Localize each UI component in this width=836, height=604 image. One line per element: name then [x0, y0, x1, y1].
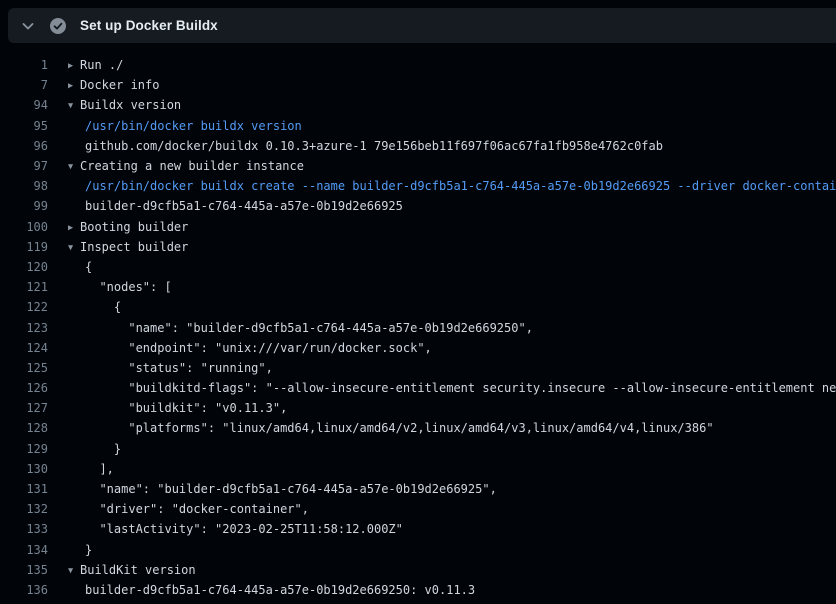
line-number[interactable]: 119 [0, 240, 48, 254]
log-text: { [48, 300, 836, 314]
log-line: 130 ], [0, 459, 836, 479]
log-line: 128 "platforms": "linux/amd64,linux/amd6… [0, 418, 836, 438]
log-line: 129 } [0, 439, 836, 459]
check-circle-icon [50, 18, 66, 34]
log-text: "lastActivity": "2023-02-25T11:58:12.000… [48, 522, 836, 536]
line-number[interactable]: 123 [0, 321, 48, 335]
line-number[interactable]: 94 [0, 98, 48, 112]
log-text: "platforms": "linux/amd64,linux/amd64/v2… [48, 421, 836, 435]
line-number[interactable]: 135 [0, 563, 48, 577]
line-number[interactable]: 96 [0, 139, 48, 153]
log-line: 121 "nodes": [ [0, 277, 836, 297]
line-number[interactable]: 134 [0, 543, 48, 557]
line-number[interactable]: 95 [0, 119, 48, 133]
line-number[interactable]: 132 [0, 502, 48, 516]
line-number[interactable]: 97 [0, 159, 48, 173]
log-output: 1▶Run ./7▶Docker info94▼Buildx version95… [0, 55, 836, 600]
log-text: "buildkit": "v0.11.3", [48, 401, 836, 415]
log-text: "nodes": [ [48, 280, 836, 294]
log-line: 1▶Run ./ [0, 55, 836, 75]
log-line: 127 "buildkit": "v0.11.3", [0, 398, 836, 418]
line-number[interactable]: 125 [0, 361, 48, 375]
log-line: 96github.com/docker/buildx 0.10.3+azure-… [0, 136, 836, 156]
log-text: /usr/bin/docker buildx create --name bui… [48, 179, 836, 193]
log-text: "status": "running", [48, 361, 836, 375]
log-line: 98/usr/bin/docker buildx create --name b… [0, 176, 836, 196]
log-line: 132 "driver": "docker-container", [0, 499, 836, 519]
log-group-toggle[interactable]: ▶Booting builder [48, 220, 836, 234]
log-line: 136builder-d9cfb5a1-c764-445a-a57e-0b19d… [0, 580, 836, 600]
log-text: "endpoint": "unix:///var/run/docker.sock… [48, 341, 836, 355]
log-line: 97▼Creating a new builder instance [0, 156, 836, 176]
line-number[interactable]: 129 [0, 442, 48, 456]
log-text: builder-d9cfb5a1-c764-445a-a57e-0b19d2e6… [48, 583, 836, 597]
log-line: 120{ [0, 257, 836, 277]
line-number[interactable]: 1 [0, 58, 48, 72]
log-line: 133 "lastActivity": "2023-02-25T11:58:12… [0, 519, 836, 539]
line-number[interactable]: 131 [0, 482, 48, 496]
log-line: 100▶Booting builder [0, 217, 836, 237]
log-text: github.com/docker/buildx 0.10.3+azure-1 … [48, 139, 836, 153]
log-group-toggle[interactable]: ▼Inspect builder [48, 240, 836, 254]
triangle-collapsed-icon[interactable]: ▶ [68, 81, 80, 91]
log-text: { [48, 260, 836, 274]
triangle-expanded-icon[interactable]: ▼ [68, 101, 80, 111]
line-number[interactable]: 121 [0, 280, 48, 294]
triangle-expanded-icon[interactable]: ▼ [68, 243, 80, 253]
log-line: 126 "buildkitd-flags": "--allow-insecure… [0, 378, 836, 398]
log-line: 99builder-d9cfb5a1-c764-445a-a57e-0b19d2… [0, 196, 836, 216]
log-line: 135▼BuildKit version [0, 560, 836, 580]
line-number[interactable]: 122 [0, 300, 48, 314]
line-number[interactable]: 124 [0, 341, 48, 355]
log-line: 95/usr/bin/docker buildx version [0, 116, 836, 136]
log-text: /usr/bin/docker buildx version [48, 119, 836, 133]
line-number[interactable]: 126 [0, 381, 48, 395]
log-line: 131 "name": "builder-d9cfb5a1-c764-445a-… [0, 479, 836, 499]
log-text: "buildkitd-flags": "--allow-insecure-ent… [48, 381, 836, 395]
log-group-toggle[interactable]: ▶Run ./ [48, 58, 836, 72]
log-line: 122 { [0, 297, 836, 317]
log-line: 124 "endpoint": "unix:///var/run/docker.… [0, 338, 836, 358]
log-line: 94▼Buildx version [0, 95, 836, 115]
log-line: 7▶Docker info [0, 75, 836, 95]
step-title: Set up Docker Buildx [80, 18, 218, 33]
line-number[interactable]: 136 [0, 583, 48, 597]
log-line: 119▼Inspect builder [0, 237, 836, 257]
log-text: builder-d9cfb5a1-c764-445a-a57e-0b19d2e6… [48, 199, 836, 213]
triangle-expanded-icon[interactable]: ▼ [68, 162, 80, 172]
step-header[interactable]: Set up Docker Buildx [8, 8, 836, 43]
log-text: } [48, 543, 836, 557]
line-number[interactable]: 100 [0, 220, 48, 234]
triangle-collapsed-icon[interactable]: ▶ [68, 61, 80, 71]
line-number[interactable]: 120 [0, 260, 48, 274]
line-number[interactable]: 99 [0, 199, 48, 213]
triangle-collapsed-icon[interactable]: ▶ [68, 223, 80, 233]
line-number[interactable]: 7 [0, 78, 48, 92]
line-number[interactable]: 133 [0, 522, 48, 536]
log-line: 125 "status": "running", [0, 358, 836, 378]
log-text: "name": "builder-d9cfb5a1-c764-445a-a57e… [48, 321, 836, 335]
log-text: } [48, 442, 836, 456]
log-group-toggle[interactable]: ▼Creating a new builder instance [48, 159, 836, 173]
line-number[interactable]: 128 [0, 421, 48, 435]
line-number[interactable]: 130 [0, 462, 48, 476]
line-number[interactable]: 127 [0, 401, 48, 415]
triangle-expanded-icon[interactable]: ▼ [68, 566, 80, 576]
chevron-down-icon[interactable] [20, 18, 36, 34]
log-text: ], [48, 462, 836, 476]
log-line: 134} [0, 540, 836, 560]
actions-log-viewer: Set up Docker Buildx 1▶Run ./7▶Docker in… [0, 0, 836, 604]
log-group-toggle[interactable]: ▼Buildx version [48, 98, 836, 112]
log-line: 123 "name": "builder-d9cfb5a1-c764-445a-… [0, 317, 836, 337]
log-group-toggle[interactable]: ▼BuildKit version [48, 563, 836, 577]
line-number[interactable]: 98 [0, 179, 48, 193]
log-text: "name": "builder-d9cfb5a1-c764-445a-a57e… [48, 482, 836, 496]
log-text: "driver": "docker-container", [48, 502, 836, 516]
log-group-toggle[interactable]: ▶Docker info [48, 78, 836, 92]
